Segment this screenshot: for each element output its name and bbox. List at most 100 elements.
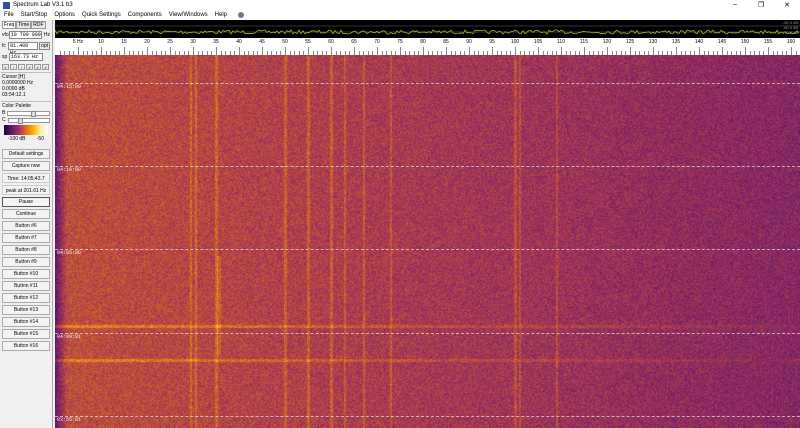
frequency-tick (768, 47, 769, 55)
frequency-label: 125 (625, 39, 635, 45)
menu-help[interactable]: Help (215, 12, 227, 18)
frequency-tick (423, 47, 424, 55)
frequency-tick (745, 47, 746, 55)
time-label: 04:15:00 (57, 84, 82, 90)
custom-button[interactable]: Button #6 (2, 221, 50, 231)
vfo-label: vfo (2, 32, 9, 38)
frequency-tick (377, 47, 378, 55)
tab-rdf[interactable]: RDF (31, 21, 46, 29)
time-gridline (55, 166, 800, 167)
custom-button[interactable]: Button #16 (2, 341, 50, 351)
contrast-slider[interactable] (7, 117, 50, 124)
frequency-label: 155 (763, 39, 773, 45)
frequency-label: 110 (557, 39, 565, 45)
zoom-in-button[interactable]: « (34, 64, 41, 70)
app-logo-icon (3, 1, 10, 9)
time-gridline (55, 333, 800, 334)
frequency-tick (607, 47, 608, 55)
menu-start-stop[interactable]: Start/Stop (21, 12, 48, 18)
menu-bar: File Start/Stop Options Quick Settings C… (0, 10, 800, 20)
frequency-label: 135 (671, 39, 681, 45)
frequency-tick (584, 47, 585, 55)
frequency-label: 130 (648, 39, 658, 45)
frequency-label: 70 (374, 39, 380, 45)
frequency-tick (124, 47, 125, 55)
frequency-label: 30 (190, 39, 196, 45)
record-status-icon[interactable] (238, 12, 245, 18)
slider-thumb[interactable] (18, 117, 24, 124)
close-button[interactable]: ✕ (774, 1, 800, 9)
vfo-input[interactable]: 10 700 000 (8, 31, 42, 39)
maximize-button[interactable]: ❐ (748, 1, 774, 9)
default-settings-button[interactable]: Default settings (2, 149, 50, 159)
menu-options[interactable]: Options (54, 12, 75, 18)
frequency-tick (791, 47, 792, 55)
frequency-tick (147, 47, 148, 55)
frequency-tick (446, 47, 447, 55)
palette-min-label: -100 dB (8, 136, 26, 142)
control-panel: Freq Time RDF vfo10 700 000Hz fc81.408 H… (0, 20, 53, 428)
frequency-tick (193, 47, 194, 55)
frequency-label: 145 (717, 39, 727, 45)
capture-now-button[interactable]: Capture now (2, 161, 50, 171)
frequency-tick (308, 47, 309, 55)
sp-input[interactable]: 163.73 Hz (9, 53, 43, 61)
scroll-fast-right-button[interactable]: » (26, 64, 33, 70)
custom-button[interactable]: Button #10 (2, 269, 50, 279)
menu-file[interactable]: File (4, 12, 14, 18)
custom-button[interactable]: Button #9 (2, 257, 50, 267)
scroll-fast-left-button[interactable]: « (2, 64, 9, 70)
frequency-tick (722, 47, 723, 55)
spectrum-display[interactable]: -50.0 dB -60.0 dB -70.0 dB (54, 20, 800, 38)
sp-label: sp (2, 54, 8, 60)
continue-button[interactable]: Continue (2, 209, 50, 219)
tab-freq[interactable]: Freq (2, 21, 17, 29)
time-label: 04:05:00 (57, 250, 82, 256)
frequency-tick (354, 47, 355, 55)
frequency-tick (239, 47, 240, 55)
custom-button[interactable]: Button #12 (2, 293, 50, 303)
minimize-button[interactable]: – (722, 1, 748, 9)
frequency-tick (515, 47, 516, 55)
custom-button[interactable]: Button #14 (2, 317, 50, 327)
tab-time[interactable]: Time (16, 21, 32, 29)
time-gridline (55, 83, 800, 84)
frequency-label: 65 (351, 39, 357, 45)
frequency-label: 50 (282, 39, 288, 45)
window-title: Spectrum Lab V3.1 b3 (13, 2, 73, 8)
custom-button[interactable]: Button #13 (2, 305, 50, 315)
frequency-label: 75 (397, 39, 403, 45)
menu-components[interactable]: Components (128, 12, 162, 18)
custom-button[interactable]: Button #8 (2, 245, 50, 255)
frequency-tick (561, 47, 562, 55)
frequency-label: 160 (786, 39, 796, 45)
frequency-axis[interactable]: 5 Hz 10 15 20 25 30 35 40 45 50 55 60 65 70 75 80 85 90 95… (55, 38, 800, 55)
scroll-left-button[interactable]: ‹ (10, 64, 17, 70)
waterfall-display[interactable] (55, 55, 800, 428)
custom-button[interactable]: Button #11 (2, 281, 50, 291)
palette-title: Color Palette (2, 103, 31, 109)
frequency-label: 35 (213, 39, 219, 45)
slider-thumb[interactable] (31, 110, 37, 117)
zoom-out-button[interactable]: » (42, 64, 49, 70)
color-palette-bar[interactable] (4, 125, 48, 135)
scroll-right-button[interactable]: › (18, 64, 25, 70)
menu-quick-settings[interactable]: Quick Settings (82, 12, 121, 18)
frequency-tick (170, 47, 171, 55)
custom-button[interactable]: Button #15 (2, 329, 50, 339)
frequency-tick (469, 47, 470, 55)
frequency-tick (101, 47, 102, 55)
pause-button[interactable]: Pause (2, 197, 50, 207)
brightness-slider[interactable] (7, 110, 50, 117)
frequency-label: 120 (602, 39, 612, 45)
frequency-label: 60 (328, 39, 334, 45)
fc-input[interactable]: 81.408 Hz (8, 42, 39, 56)
menu-view-windows[interactable]: View/Windows (169, 12, 208, 18)
opt-button[interactable]: opt (39, 42, 50, 50)
custom-button[interactable]: Button #7 (2, 233, 50, 243)
vfo-unit: Hz (43, 32, 50, 38)
frequency-label: 40 (236, 39, 242, 45)
frequency-label: 45 (259, 39, 265, 45)
frequency-label: 10 (98, 39, 104, 45)
contrast-label: C (2, 117, 6, 123)
